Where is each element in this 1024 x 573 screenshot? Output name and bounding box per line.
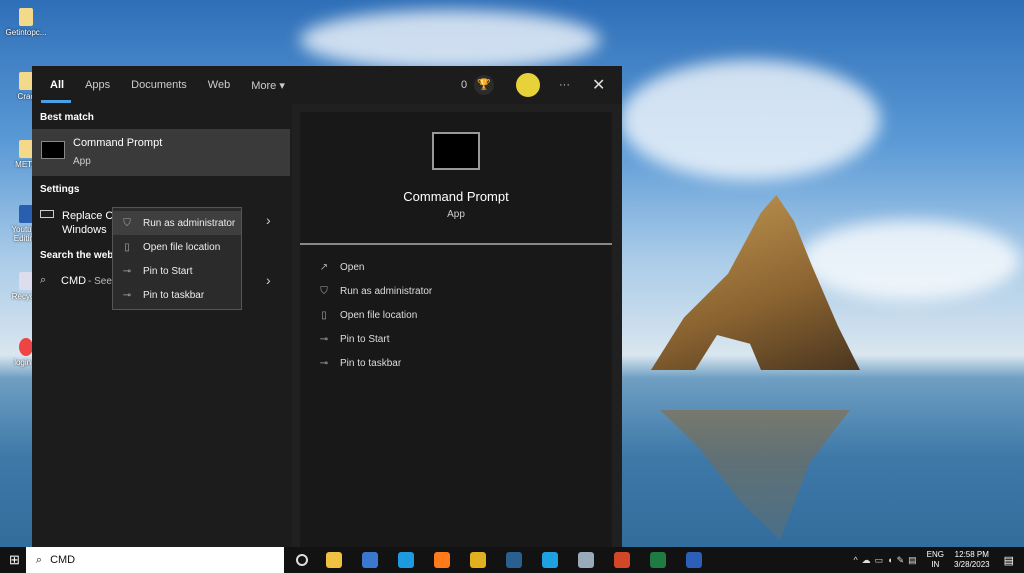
web-result-query: CMD <box>61 275 87 287</box>
settings-result-line1: Replace C <box>62 210 114 222</box>
folder-icon: ▯ <box>124 241 130 253</box>
trophy-icon[interactable]: 🏆 <box>474 75 494 95</box>
start-search-panel: All Apps Documents Web More ▾ 0 🏆 ··· ✕ … <box>32 66 622 547</box>
menu-label: Pin to taskbar <box>143 289 205 301</box>
system-tray-icons[interactable]: ^☁▭◖✎▤ <box>853 555 920 566</box>
chevron-down-icon: ▾ <box>279 79 285 92</box>
best-match-subtitle: App <box>73 156 91 167</box>
tab-documents[interactable]: Documents <box>131 79 187 91</box>
windows-start-icon[interactable]: ⊞ <box>9 552 20 568</box>
pin-icon: ⊸ <box>319 357 329 369</box>
store-icon[interactable] <box>361 552 378 568</box>
folder-icon <box>19 140 33 158</box>
menu-label: Open file location <box>143 241 221 253</box>
action-label: Pin to taskbar <box>340 357 402 369</box>
shield-icon: ⛉ <box>123 217 131 229</box>
desktop-icon[interactable]: Getintopc... <box>2 8 50 37</box>
command-prompt-icon <box>41 141 65 159</box>
action-open-file-location[interactable]: ▯ Open file location <box>300 303 612 327</box>
skype-icon[interactable] <box>541 552 558 568</box>
clock-date[interactable]: 3/28/2023 <box>954 560 990 570</box>
notepad-icon[interactable] <box>577 552 594 568</box>
tab-all[interactable]: All <box>40 79 72 103</box>
pin-icon: ⊸ <box>319 333 329 345</box>
language-region[interactable]: IN <box>927 560 944 570</box>
context-run-as-admin[interactable]: ⛉ Run as administrator <box>113 211 241 235</box>
language[interactable]: ENG <box>927 550 944 560</box>
best-match-command-prompt[interactable]: Command Prompt App <box>32 129 290 176</box>
clock-time[interactable]: 12:58 PM <box>954 550 990 560</box>
context-menu: ⛉ Run as administrator ▯ Open file locatio… <box>112 207 242 310</box>
tab-more[interactable]: More ▾ <box>251 79 285 92</box>
edge-icon[interactable] <box>397 552 414 568</box>
search-icon: ⌕ <box>35 553 43 566</box>
desktop-icon-label: Getintopc... <box>5 28 47 37</box>
settings-heading: Settings <box>40 184 80 195</box>
search-icon: ⌕ <box>40 274 47 286</box>
tab-more-label: More <box>251 79 277 92</box>
best-match-title: Command Prompt <box>73 137 163 149</box>
context-pin-to-start[interactable]: ⊸ Pin to Start <box>113 259 241 283</box>
action-label: Run as administrator <box>340 285 433 297</box>
powerpoint-icon[interactable] <box>613 552 630 568</box>
search-web-heading: Search the web <box>40 250 114 261</box>
terminal-icon[interactable] <box>505 552 522 568</box>
word-icon[interactable] <box>685 552 702 568</box>
menu-label: Pin to Start <box>143 265 193 277</box>
cortana-icon[interactable] <box>295 554 308 566</box>
context-pin-to-taskbar[interactable]: ⊸ Pin to taskbar <box>113 283 241 307</box>
chrome-icon[interactable] <box>469 552 486 568</box>
chevron-right-icon: › <box>266 272 271 288</box>
settings-result-line2: Windows <box>62 224 107 236</box>
folder-icon <box>19 72 33 90</box>
tab-apps[interactable]: Apps <box>85 79 110 91</box>
divider <box>300 243 612 245</box>
action-label: Pin to Start <box>340 333 390 345</box>
preview-title: Command Prompt <box>403 189 509 204</box>
recycle-bin-icon <box>19 272 33 290</box>
notification-icon[interactable]: ▤ <box>1004 554 1014 567</box>
rewards-points: 0 <box>461 79 468 91</box>
shield-icon: ⛉ <box>320 285 328 297</box>
more-options-icon[interactable]: ··· <box>559 79 570 91</box>
action-pin-to-start[interactable]: ⊸ Pin to Start <box>300 327 612 351</box>
results-list: Best match Command Prompt App Settings R… <box>32 104 290 547</box>
action-open[interactable]: ↗ Open <box>300 255 612 279</box>
taskbar-search-input[interactable]: ⌕ CMD <box>25 547 284 573</box>
command-prompt-icon <box>432 132 480 170</box>
folder-icon: ▯ <box>321 309 327 321</box>
chevron-right-icon: › <box>266 212 271 228</box>
app-icon <box>19 205 33 223</box>
folder-icon <box>19 8 33 26</box>
action-pin-to-taskbar[interactable]: ⊸ Pin to taskbar <box>300 351 612 375</box>
excel-icon[interactable] <box>649 552 666 568</box>
preview-pane: Command Prompt App ↗ Open ⛉ Run as adminis… <box>292 104 622 547</box>
preview-subtitle: App <box>447 209 465 220</box>
search-tabs: All Apps Documents Web More ▾ 0 🏆 ··· ✕ <box>32 66 622 104</box>
firefox-icon[interactable] <box>433 552 450 568</box>
open-icon: ↗ <box>319 261 329 273</box>
close-icon[interactable]: ✕ <box>592 75 605 95</box>
action-label: Open file location <box>340 309 418 321</box>
file-explorer-icon[interactable] <box>325 552 342 568</box>
action-label: Open <box>340 261 365 273</box>
pin-icon: ⊸ <box>122 289 132 301</box>
pin-icon: ⊸ <box>122 265 132 277</box>
tab-web[interactable]: Web <box>208 79 230 91</box>
avatar[interactable] <box>516 73 540 97</box>
context-open-file-location[interactable]: ▯ Open file location <box>113 235 241 259</box>
menu-label: Run as administrator <box>143 217 236 229</box>
search-value: CMD <box>50 554 76 566</box>
chrome-icon <box>19 338 33 356</box>
display-icon <box>40 210 54 218</box>
action-run-as-admin[interactable]: ⛉ Run as administrator <box>300 279 612 303</box>
taskbar: ⊞ ⌕ CMD ^☁▭◖✎▤ ENG IN 12:58 PM 3/28/2023 ▤ <box>0 547 1024 573</box>
best-match-heading: Best match <box>40 112 94 123</box>
wallpaper-reflection <box>660 410 850 540</box>
